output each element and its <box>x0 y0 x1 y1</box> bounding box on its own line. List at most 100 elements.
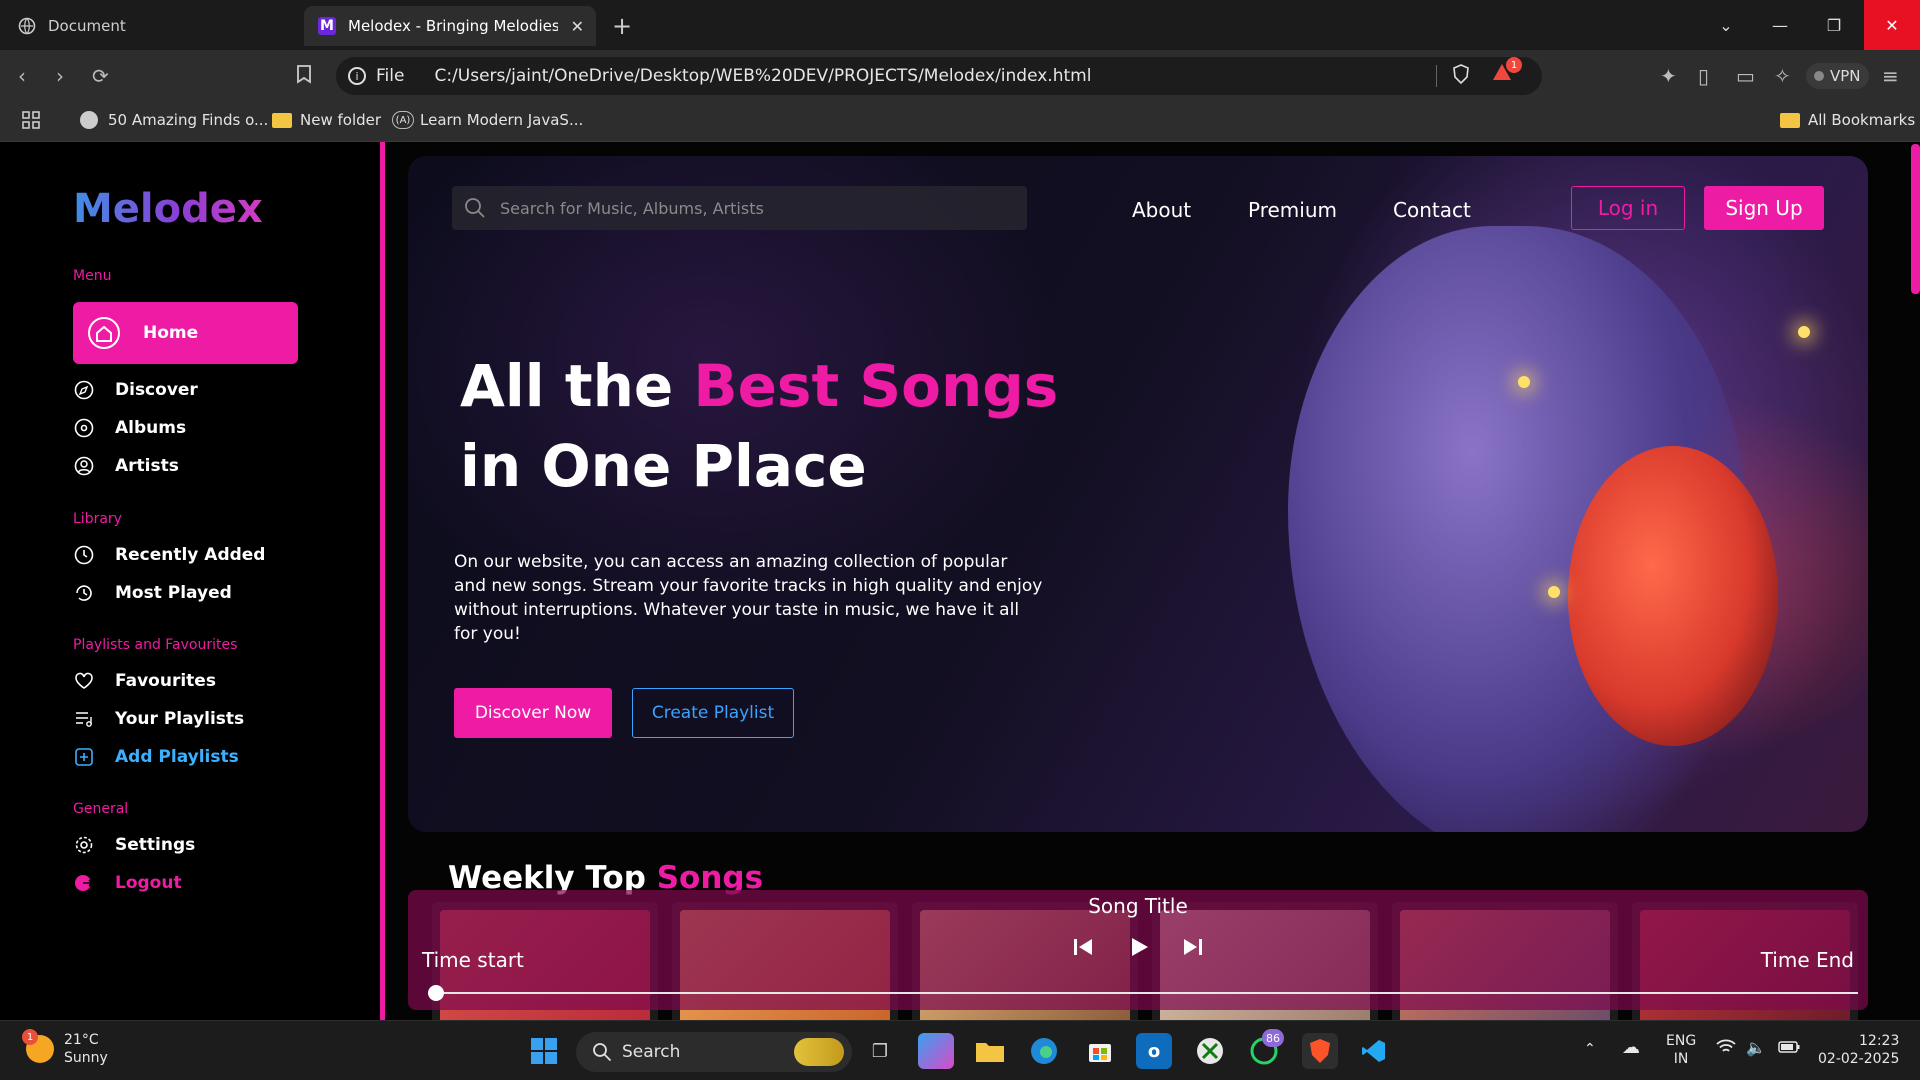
address-bar[interactable]: i File C:/Users/jaint/OneDrive/Desktop/W… <box>336 57 1542 95</box>
wifi-icon[interactable] <box>1716 1039 1736 1059</box>
login-button[interactable]: Log in <box>1571 186 1685 230</box>
sidebar-item-settings[interactable]: Settings <box>73 830 195 860</box>
sidebar-item-favourites[interactable]: Favourites <box>73 666 216 696</box>
compass-icon <box>73 379 95 401</box>
leo-ai-icon[interactable]: ✧ <box>1774 64 1791 88</box>
clock-icon <box>73 544 95 566</box>
previous-track-icon[interactable] <box>1070 934 1096 960</box>
nav-premium[interactable]: Premium <box>1248 198 1337 222</box>
minimize-icon[interactable]: — <box>1752 0 1808 50</box>
sidebar-item-add-playlists[interactable]: Add Playlists <box>73 742 239 772</box>
hero-title: All the Best Songs in One Place <box>460 346 1058 506</box>
sidebar-toggle-icon[interactable]: ▯ <box>1698 64 1709 88</box>
discover-now-button[interactable]: Discover Now <box>454 688 612 738</box>
melodex-logo[interactable]: Melodex <box>73 186 263 232</box>
url-scheme: File <box>376 66 405 86</box>
taskbar-search-label: Search <box>622 1042 681 1062</box>
restore-icon[interactable]: ❐ <box>1806 0 1862 50</box>
vpn-button[interactable]: VPN <box>1806 63 1869 89</box>
new-tab-icon[interactable]: + <box>612 12 632 40</box>
hero-title-highlight: Best Songs <box>693 352 1059 420</box>
reload-icon[interactable]: ⟳ <box>92 64 109 88</box>
sidebar-item-albums[interactable]: Albums <box>73 413 186 443</box>
next-track-icon[interactable] <box>1180 934 1206 960</box>
tab-melodex[interactable]: M Melodex - Bringing Melodies to ✕ <box>304 6 596 46</box>
nav-about[interactable]: About <box>1132 198 1191 222</box>
tab-title: Melodex - Bringing Melodies to <box>348 17 558 35</box>
sidebar-item-discover[interactable]: Discover <box>73 375 198 405</box>
heart-icon <box>73 670 95 692</box>
sidebar: Melodex Menu Home Discover Albums Artist… <box>0 142 385 1020</box>
sidebar-item-home[interactable]: Home <box>73 302 298 364</box>
taskbar-search[interactable]: Search <box>576 1032 852 1072</box>
bookmark-item[interactable]: 50 Amazing Finds o... <box>80 111 268 129</box>
sidebar-item-artists[interactable]: Artists <box>73 451 179 481</box>
outlook-icon[interactable]: o <box>1136 1033 1172 1069</box>
sidebar-item-most-played[interactable]: Most Played <box>73 578 232 608</box>
info-icon[interactable]: i <box>348 67 366 85</box>
disc-icon <box>73 417 95 439</box>
progress-knob[interactable] <box>428 985 444 1001</box>
sidebar-item-your-playlists[interactable]: Your Playlists <box>73 704 244 734</box>
page-scrollbar[interactable] <box>1911 144 1920 294</box>
signup-button[interactable]: Sign Up <box>1704 186 1824 230</box>
browser-toolbar: ‹ › ⟳ i File C:/Users/jaint/OneDrive/Des… <box>0 50 1920 102</box>
bookmark-item[interactable]: (A) Learn Modern JavaS... <box>392 111 583 129</box>
file-explorer-icon[interactable] <box>972 1033 1008 1069</box>
clock-time: 12:23 <box>1859 1033 1900 1049</box>
js-logo-icon: (A) <box>392 111 414 129</box>
back-icon[interactable]: ‹ <box>18 64 26 88</box>
sidebar-item-recently-added[interactable]: Recently Added <box>73 540 265 570</box>
nav-contact[interactable]: Contact <box>1393 198 1471 222</box>
task-view-icon[interactable]: ❐ <box>862 1033 898 1069</box>
brave-shield-icon[interactable] <box>1452 64 1470 89</box>
bookmark-page-icon[interactable] <box>296 64 312 89</box>
extensions-icon[interactable]: ✦ <box>1660 64 1677 88</box>
search-input[interactable]: Search for Music, Albums, Artists <box>452 186 1027 230</box>
sidebar-item-label: Discover <box>115 380 198 400</box>
sun-icon: 1 <box>22 1029 54 1063</box>
create-playlist-button[interactable]: Create Playlist <box>632 688 794 738</box>
brave-browser-icon[interactable] <box>1302 1033 1338 1069</box>
user-circle-icon <box>73 455 95 477</box>
clock[interactable]: 12:23 02-02-2025 <box>1818 1032 1899 1068</box>
windows-taskbar: 1 21°C Sunny Search ❐ o 86 ⌃ ☁ ENG IN 🔈 … <box>0 1020 1920 1080</box>
vpn-label: VPN <box>1830 67 1861 85</box>
url-divider <box>1436 65 1437 87</box>
sidebar-item-label: Home <box>143 323 199 343</box>
tab-title: Document <box>48 17 126 35</box>
history-icon <box>73 582 95 604</box>
sidebar-item-logout[interactable]: Logout <box>73 868 182 898</box>
sidebar-item-label: Favourites <box>115 671 216 691</box>
battery-icon[interactable] <box>1778 1041 1800 1057</box>
tab-document[interactable]: Document <box>18 6 288 46</box>
volume-icon[interactable]: 🔈 <box>1746 1038 1766 1057</box>
onedrive-cloud-icon[interactable]: ☁ <box>1622 1037 1640 1058</box>
forward-icon[interactable]: › <box>56 64 64 88</box>
language-indicator[interactable]: ENG IN <box>1666 1032 1696 1068</box>
sidebar-item-label: Artists <box>115 456 179 476</box>
close-window-icon[interactable]: ✕ <box>1864 0 1920 50</box>
bookmarks-bar: 50 Amazing Finds o... New folder (A) Lea… <box>0 102 1920 142</box>
microsoft-store-icon[interactable] <box>1082 1033 1118 1069</box>
apps-grid-icon[interactable] <box>22 111 40 129</box>
progress-bar[interactable] <box>428 985 1858 1001</box>
bookmark-label: Learn Modern JavaS... <box>420 111 584 129</box>
menu-icon[interactable]: ≡ <box>1882 64 1899 88</box>
xbox-icon[interactable] <box>1192 1033 1228 1069</box>
sidebar-item-label: Logout <box>115 873 182 893</box>
lang-bottom: IN <box>1673 1051 1689 1067</box>
weather-widget[interactable]: 1 21°C Sunny <box>22 1029 108 1067</box>
wallet-icon[interactable]: ▭ <box>1736 64 1755 88</box>
sparkle-decoration <box>1548 586 1560 598</box>
windows-start-icon[interactable] <box>526 1033 562 1069</box>
vscode-icon[interactable] <box>1356 1033 1392 1069</box>
edge-icon[interactable] <box>1026 1033 1062 1069</box>
bookmark-item[interactable]: New folder <box>272 111 381 129</box>
close-tab-icon[interactable]: ✕ <box>571 17 584 36</box>
all-bookmarks[interactable]: All Bookmarks <box>1780 111 1915 129</box>
copilot-icon[interactable] <box>918 1033 954 1069</box>
show-hidden-icons-chevron[interactable]: ⌃ <box>1584 1041 1596 1057</box>
tab-search-chevron-icon[interactable]: ⌄ <box>1698 0 1754 50</box>
play-icon[interactable] <box>1126 934 1152 960</box>
